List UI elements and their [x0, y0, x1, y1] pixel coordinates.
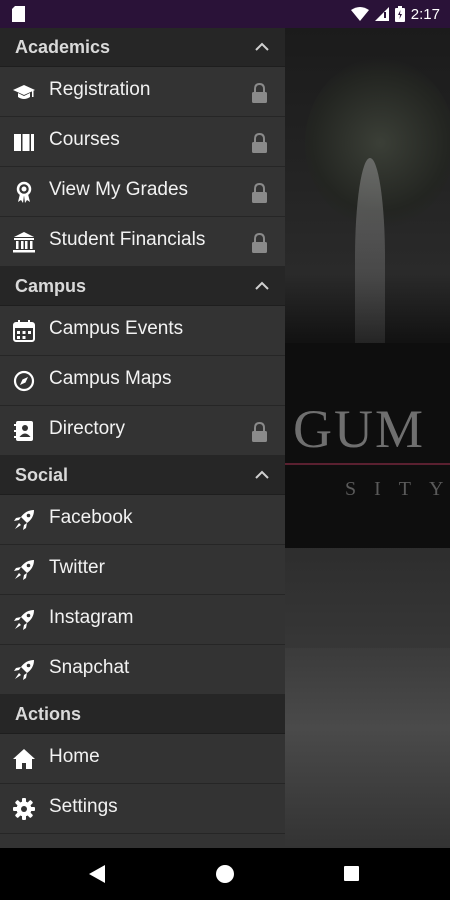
navigation-drawer: Academics Registration Courses View My G…: [0, 28, 285, 848]
gear-icon: [13, 798, 35, 820]
home-circle-icon[interactable]: [216, 865, 234, 883]
lock-icon: [252, 183, 267, 203]
status-bar: 2:17: [0, 0, 450, 28]
drawer-item-label: Facebook: [49, 507, 133, 528]
background-photo: GUM SITY: [285, 28, 450, 848]
status-icons: 2:17: [350, 0, 440, 28]
wifi-icon: [350, 7, 369, 21]
rocket-icon: [14, 560, 34, 580]
section-header-campus[interactable]: Campus: [0, 267, 285, 306]
section-header-actions: Actions: [0, 695, 285, 734]
rocket-icon: [14, 510, 34, 530]
section-header-academics[interactable]: Academics: [0, 28, 285, 67]
drawer-item-label: View My Grades: [49, 179, 189, 200]
bank-icon: [13, 232, 35, 253]
chevron-up-icon: [255, 470, 269, 479]
battery-icon: [394, 6, 405, 22]
logo-text: GUM: [293, 399, 426, 459]
system-nav-bar: [0, 848, 450, 900]
rocket-icon: [14, 610, 34, 630]
drawer-item-home[interactable]: Home: [0, 734, 285, 784]
lock-icon: [252, 233, 267, 253]
drawer-item-label: Instagram: [49, 607, 134, 628]
section-title: Social: [15, 464, 69, 485]
drawer-item-view-my-grades[interactable]: View My Grades: [0, 167, 285, 217]
rocket-icon: [14, 660, 34, 680]
lock-icon: [252, 83, 267, 103]
water-shape: [285, 648, 450, 848]
drawer-item-label: Home: [49, 746, 100, 767]
section-title: Actions: [15, 703, 82, 724]
back-icon[interactable]: [89, 865, 105, 883]
home-icon: [13, 749, 35, 769]
drawer-item-label: Registration: [49, 79, 151, 100]
recents-icon[interactable]: [344, 866, 359, 881]
section-title: Academics: [15, 36, 111, 57]
drawer-item-settings[interactable]: Settings: [0, 784, 285, 834]
drawer-item-label: Campus Events: [49, 318, 184, 339]
graduation-cap-icon: [13, 85, 35, 99]
section-title: Campus: [15, 275, 87, 296]
drawer-item-label: Settings: [49, 796, 118, 817]
section-header-social[interactable]: Social: [0, 456, 285, 495]
drawer-item-student-financials[interactable]: Student Financials: [0, 217, 285, 267]
drawer-item-campus-maps[interactable]: Campus Maps: [0, 356, 285, 406]
drawer-item-campus-events[interactable]: Campus Events: [0, 306, 285, 356]
drawer-item-registration[interactable]: Registration: [0, 67, 285, 117]
chevron-up-icon: [255, 42, 269, 51]
sim-card-icon: [12, 6, 25, 22]
drawer-item-label: Directory: [49, 418, 126, 439]
award-icon: [16, 181, 32, 203]
logo-divider: [285, 463, 450, 465]
drawer-item-snapchat[interactable]: Snapchat: [0, 645, 285, 695]
drawer-item-facebook[interactable]: Facebook: [0, 495, 285, 545]
drawer-item-label: Campus Maps: [49, 368, 172, 389]
drawer-item-courses[interactable]: Courses: [0, 117, 285, 167]
fountain-shape: [355, 158, 385, 358]
drawer-item-label: Student Financials: [49, 229, 206, 250]
lock-icon: [252, 133, 267, 153]
calendar-icon: [13, 320, 35, 342]
drawer-item-twitter[interactable]: Twitter: [0, 545, 285, 595]
signal-icon: [374, 7, 389, 21]
status-time: 2:17: [410, 5, 440, 23]
drawer-item-label: Courses: [49, 129, 120, 150]
drawer-item-label: Twitter: [49, 557, 105, 578]
drawer-item-directory[interactable]: Directory: [0, 406, 285, 456]
drawer-item-label: Snapchat: [49, 657, 130, 678]
compass-icon: [13, 370, 35, 392]
drawer-item-instagram[interactable]: Instagram: [0, 595, 285, 645]
address-book-icon: [14, 421, 33, 441]
lock-icon: [252, 422, 267, 442]
logo-subtext: SITY: [345, 478, 450, 500]
chevron-up-icon: [255, 281, 269, 290]
book-icon: [14, 134, 34, 151]
